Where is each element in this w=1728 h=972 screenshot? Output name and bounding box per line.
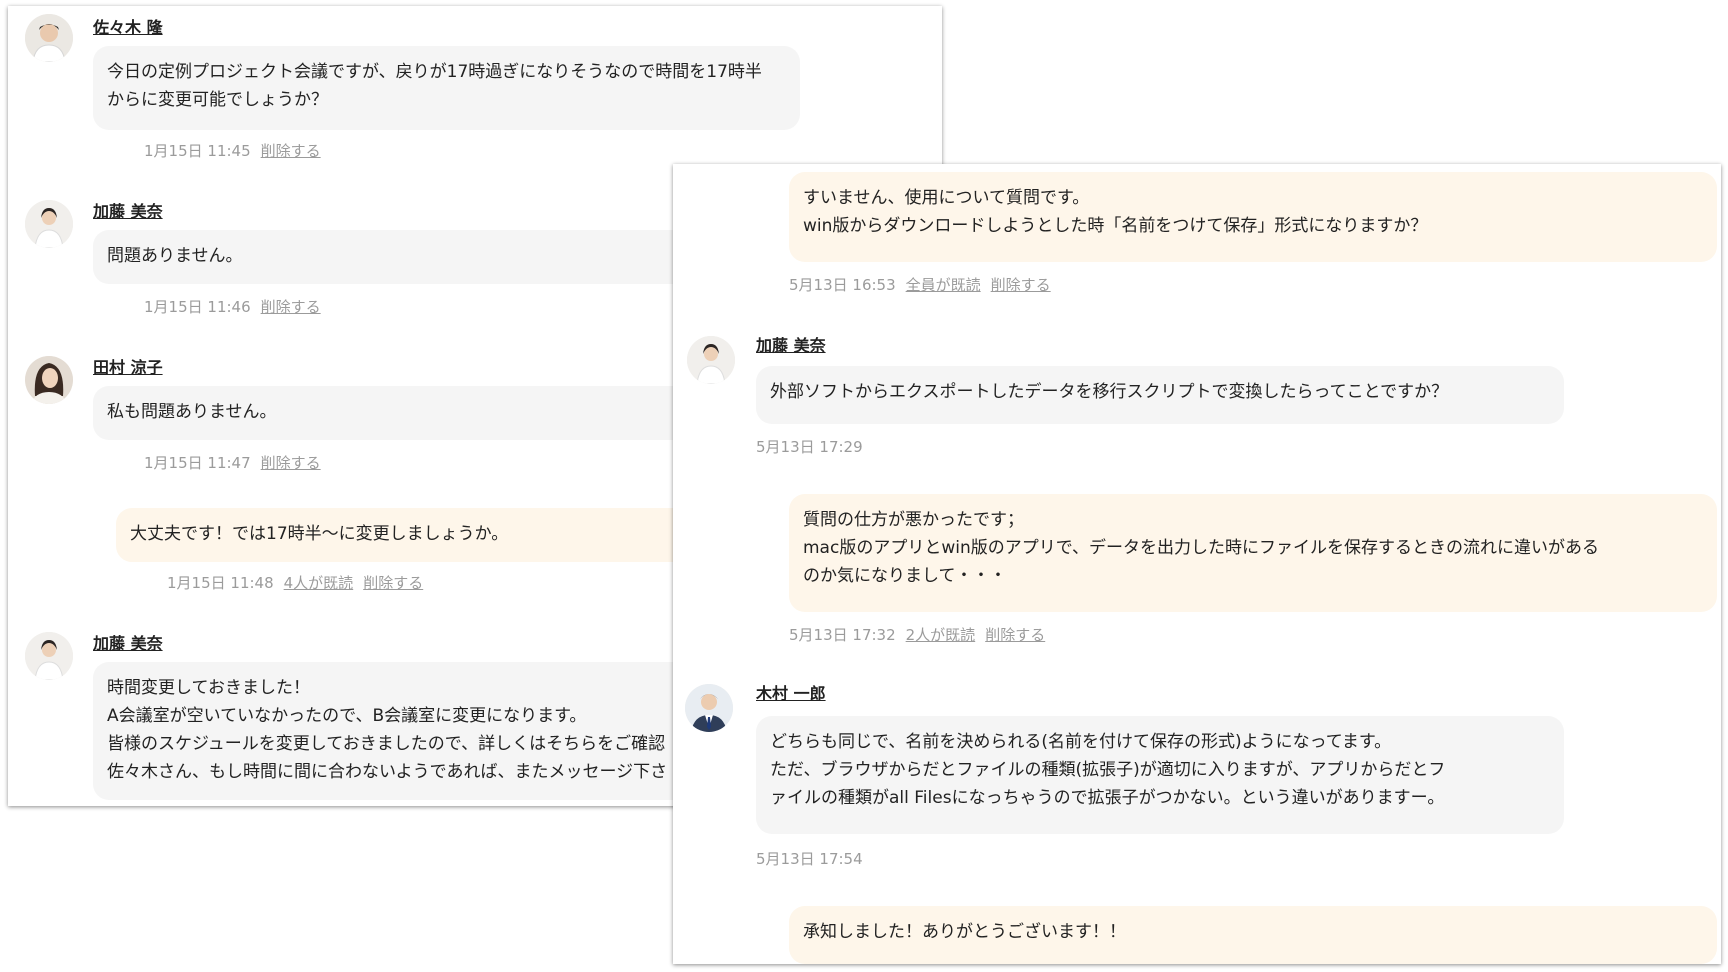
- message-text: 外部ソフトからエクスポートしたデータを移行スクリプトで変換したらってことですか？: [770, 382, 1449, 402]
- read-receipt-link[interactable]: 2人が既読: [906, 626, 976, 644]
- avatar-woman-icon[interactable]: [25, 632, 73, 680]
- sender-name[interactable]: 加藤 美奈: [756, 332, 826, 356]
- avatar-man-icon[interactable]: [25, 14, 73, 62]
- read-receipt-link[interactable]: 全員が既読: [906, 276, 981, 294]
- message-bubble-own: 承知しました！ありがとうございます！！: [789, 906, 1717, 964]
- avatar-woman-icon[interactable]: [687, 336, 735, 384]
- timestamp: 1月15日 11:46: [144, 298, 251, 316]
- timestamp: 1月15日 11:48: [167, 574, 274, 592]
- avatar-man-suit-icon[interactable]: [685, 684, 733, 732]
- message-text: どちらも同じで、名前を決められる(名前を付けて保存の形式)ようになってます。: [770, 732, 1392, 752]
- message-text: win版からダウンロードしようとした時「名前をつけて保存」形式になりますか？: [803, 216, 1428, 236]
- message-bubble-own: すいません、使用について質問です。 win版からダウンロードしようとした時「名前…: [789, 172, 1717, 262]
- message-meta: 5月13日 17:54: [756, 848, 863, 869]
- message-text: すいません、使用について質問です。: [803, 188, 1090, 208]
- delete-link[interactable]: 削除する: [991, 276, 1051, 294]
- timestamp: 5月13日 16:53: [789, 276, 896, 294]
- avatar-woman-icon[interactable]: [25, 200, 73, 248]
- message-bubble: 外部ソフトからエクスポートしたデータを移行スクリプトで変換したらってことですか？: [756, 366, 1564, 424]
- chat-window-front: すいません、使用について質問です。 win版からダウンロードしようとした時「名前…: [673, 164, 1721, 964]
- message-text: ただ、ブラウザからだとファイルの種類(拡張子)が適切に入りますが、アプリからだと…: [770, 760, 1446, 780]
- delete-link[interactable]: 削除する: [261, 142, 321, 160]
- read-receipt-link[interactable]: 4人が既読: [284, 574, 354, 592]
- timestamp: 5月13日 17:29: [756, 438, 863, 456]
- message-text: 質問の仕方が悪かったです；: [803, 510, 1024, 530]
- timestamp: 5月13日 17:54: [756, 850, 863, 868]
- timestamp: 1月15日 11:45: [144, 142, 251, 160]
- sender-name[interactable]: 加藤 美奈: [93, 198, 163, 222]
- timestamp: 1月15日 11:47: [144, 454, 251, 472]
- message-text: 承知しました！ありがとうございます！！: [803, 922, 1126, 942]
- message-meta: 5月13日 17:32 2人が既読 削除する: [789, 624, 1045, 645]
- message-bubble: 今日の定例プロジェクト会議ですが、戻りが17時過ぎになりそうなので時間を17時半…: [93, 46, 800, 130]
- message-meta: 1月15日 11:46 削除する: [144, 296, 321, 317]
- message-meta: 1月15日 11:47 削除する: [144, 452, 321, 473]
- sender-name[interactable]: 佐々木 隆: [93, 14, 163, 38]
- message-meta: 1月15日 11:48 4人が既読 削除する: [167, 572, 423, 593]
- message-bubble: どちらも同じで、名前を決められる(名前を付けて保存の形式)ようになってます。 た…: [756, 716, 1564, 834]
- sender-name[interactable]: 田村 涼子: [93, 354, 163, 378]
- sender-name[interactable]: 木村 一郎: [756, 680, 826, 704]
- avatar-woman-icon[interactable]: [25, 356, 73, 404]
- delete-link[interactable]: 削除する: [261, 454, 321, 472]
- message-text: からに変更可能でしょうか？: [107, 90, 328, 110]
- message-text: のか気になりまして・・・: [803, 566, 1007, 586]
- timestamp: 5月13日 17:32: [789, 626, 896, 644]
- delete-link[interactable]: 削除する: [261, 298, 321, 316]
- message-meta: 1月15日 11:45 削除する: [144, 140, 321, 161]
- message-bubble-own: 質問の仕方が悪かったです； mac版のアプリとwin版のアプリで、データを出力し…: [789, 494, 1717, 612]
- delete-link[interactable]: 削除する: [363, 574, 423, 592]
- message-meta: 5月13日 16:53 全員が既読 削除する: [789, 274, 1051, 295]
- message-text: 今日の定例プロジェクト会議ですが、戻りが17時過ぎになりそうなので時間を17時半: [107, 62, 762, 82]
- delete-link[interactable]: 削除する: [985, 626, 1045, 644]
- message-text: mac版のアプリとwin版のアプリで、データを出力した時にファイルを保存するとき…: [803, 538, 1600, 558]
- message-text: ァイルの種類がall Filesになっちゃうので拡張子がつかない。という違いがあ…: [770, 788, 1445, 808]
- message-meta: 5月13日 17:29: [756, 436, 863, 457]
- sender-name[interactable]: 加藤 美奈: [93, 630, 163, 654]
